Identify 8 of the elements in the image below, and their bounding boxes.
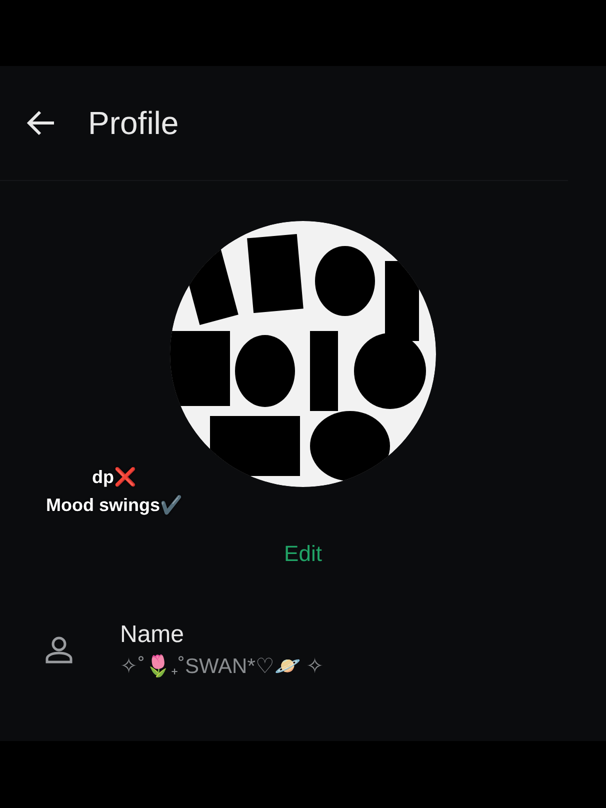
- back-arrow-icon: [26, 110, 56, 136]
- field-label: Name: [120, 621, 186, 649]
- caption-text: dp❌: [92, 466, 136, 488]
- caption-text: Mood swings✔: [46, 494, 182, 516]
- page-title: Profile: [88, 104, 179, 142]
- person-icon: [44, 636, 74, 664]
- edit-link[interactable]: Edit: [276, 537, 330, 571]
- field-value[interactable]: ✧˚🌷₊˚SWAN*♡🪐 ✧: [120, 651, 324, 679]
